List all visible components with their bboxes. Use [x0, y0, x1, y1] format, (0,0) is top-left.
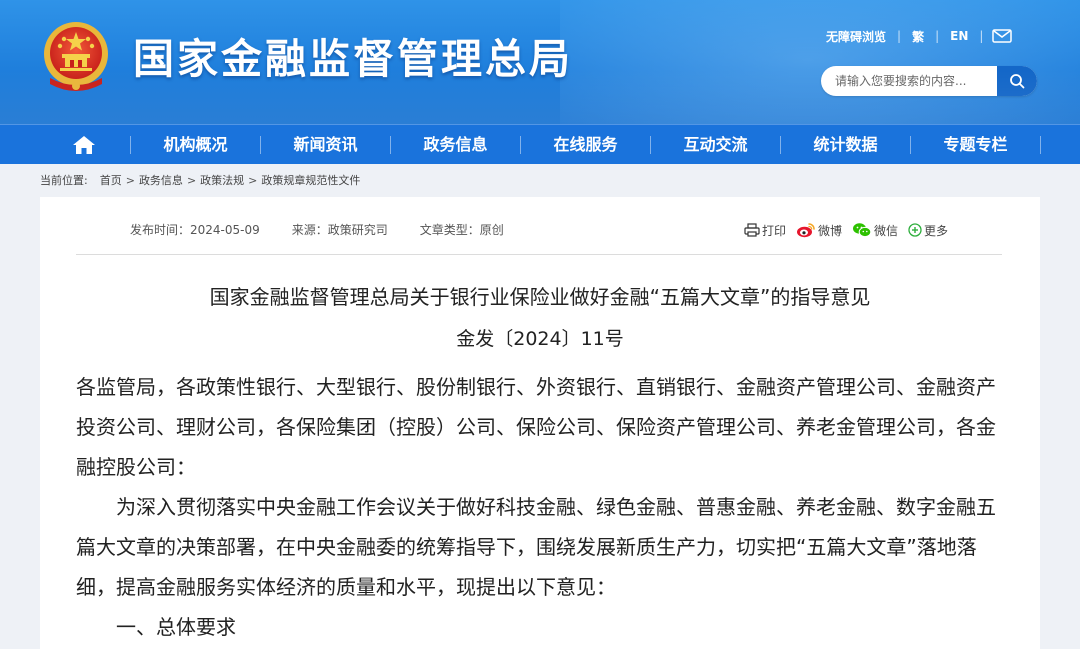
nav-item-interaction[interactable]: 互动交流 [651, 125, 780, 165]
breadcrumb-home[interactable]: 首页 [100, 172, 122, 188]
meta-divider [76, 254, 1002, 255]
nav-item-statistics[interactable]: 统计数据 [781, 125, 910, 165]
wechat-icon [853, 223, 872, 238]
search-input[interactable] [821, 66, 997, 96]
plus-circle-icon [908, 223, 922, 237]
top-link-separator: | [935, 29, 940, 43]
breadcrumb: 当前位置: 首页 > 政务信息 > 政策法规 > 政策规章规范性文件 [40, 171, 360, 189]
nav-item-online-services[interactable]: 在线服务 [521, 125, 650, 165]
article-title: 国家金融监督管理总局关于银行业保险业做好金融“五篇大文章”的指导意见 [209, 285, 871, 309]
mail-icon[interactable] [992, 29, 1013, 43]
nav-separator [1040, 136, 1041, 154]
share-wechat-button[interactable]: 微信 [852, 222, 898, 239]
nav-item-special-topics[interactable]: 专题专栏 [911, 125, 1040, 165]
more-label: 更多 [924, 223, 949, 238]
article-meta: 发布时间：2024-05-09 来源：政策研究司 文章类型：原创 [130, 221, 536, 239]
wechat-label: 微信 [874, 223, 899, 238]
top-links: 无障碍浏览 | 繁 | EN | [820, 26, 1013, 46]
nav-item-government-info[interactable]: 政务信息 [391, 125, 520, 165]
search-button[interactable] [997, 66, 1037, 96]
site-header: 国家金融监督管理总局 无障碍浏览 | 繁 | EN | [0, 0, 1080, 124]
english-link[interactable]: EN [944, 29, 974, 43]
breadcrumb-policy-documents[interactable]: 政策规章规范性文件 [261, 172, 360, 188]
breadcrumb-government-info[interactable]: 政务信息 [139, 172, 183, 188]
breadcrumb-separator: > [248, 173, 258, 187]
print-label: 打印 [762, 223, 787, 238]
breadcrumb-label: 当前位置: [40, 174, 88, 187]
weibo-label: 微博 [818, 223, 843, 238]
publish-time: 发布时间：2024-05-09 [130, 223, 260, 237]
article-type: 文章类型：原创 [419, 223, 504, 237]
article-addressees: 各监管局，各政策性银行、大型银行、股份制银行、外资银行、直销银行、金融资产管理公… [76, 375, 996, 479]
national-emblem-icon[interactable] [40, 20, 112, 96]
document-number: 金发〔2024〕11号 [456, 328, 624, 350]
main-nav: 机构概况 新闻资讯 政务信息 在线服务 互动交流 统计数据 专题专栏 [0, 124, 1080, 164]
search-icon [1010, 74, 1025, 89]
search-box [821, 66, 1037, 96]
home-icon [73, 136, 95, 154]
breadcrumb-separator: > [125, 173, 135, 187]
share-more-button[interactable]: 更多 [908, 222, 948, 239]
top-link-separator: | [979, 29, 984, 43]
section-heading: 一、总体要求 [116, 615, 236, 639]
share-weibo-button[interactable]: 微博 [796, 222, 842, 239]
print-button[interactable]: 打印 [744, 222, 786, 239]
traditional-chinese-link[interactable]: 繁 [906, 28, 930, 45]
article-paragraph: 为深入贯彻落实中央金融工作会议关于做好科技金融、绿色金融、普惠金融、养老金融、数… [76, 495, 996, 599]
site-title[interactable]: 国家金融监督管理总局 [133, 31, 573, 87]
share-bar: 打印 微博 微信 更多 [744, 221, 958, 239]
weibo-icon [797, 223, 815, 238]
nav-item-about[interactable]: 机构概况 [131, 125, 260, 165]
breadcrumb-separator: > [186, 173, 197, 187]
article-source: 来源：政策研究司 [291, 223, 388, 237]
printer-icon [744, 223, 760, 237]
accessibility-link[interactable]: 无障碍浏览 [820, 28, 892, 45]
article-card: 发布时间：2024-05-09 来源：政策研究司 文章类型：原创 打印 微博 微… [40, 197, 1040, 649]
breadcrumb-policy-regulations[interactable]: 政策法规 [200, 172, 244, 188]
nav-item-news[interactable]: 新闻资讯 [261, 125, 390, 165]
nav-home[interactable] [38, 125, 130, 165]
top-link-separator: | [897, 29, 902, 43]
article-body: 各监管局，各政策性银行、大型银行、股份制银行、外资银行、直销银行、金融资产管理公… [76, 367, 1006, 647]
